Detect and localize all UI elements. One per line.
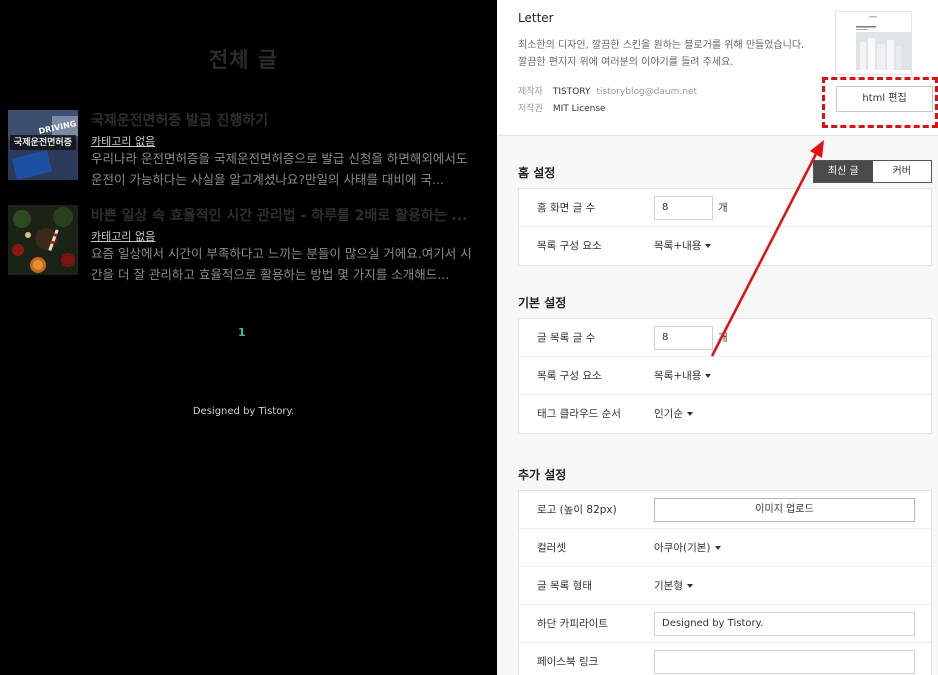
maker-email: tistoryblog@daum.net	[596, 87, 698, 97]
dropdown-value: 인기순	[654, 408, 683, 420]
skin-description: 최소한의 디자인, 깔끔한 스킨을 원하는 블로거를 위해 만들었습니다. 깔끔…	[518, 37, 818, 71]
post-thumbnail[interactable]	[8, 205, 78, 275]
skin-license: 저작권 MIT License	[518, 101, 606, 114]
skin-settings-panel: Letter 최소한의 디자인, 깔끔한 스킨을 원하는 블로거를 위해 만들었…	[497, 0, 938, 675]
skin-thumbnail	[835, 11, 912, 75]
page-title: 전체 글	[208, 48, 279, 72]
colorset-dropdown[interactable]: 아쿠아(기본)	[654, 529, 721, 567]
logo-upload-button[interactable]: 이미지 업로드	[654, 498, 915, 522]
section-title-home: 홈 설정	[518, 166, 556, 180]
caret-down-icon	[686, 584, 693, 588]
skin-info: Letter 최소한의 디자인, 깔끔한 스킨을 원하는 블로거를 위해 만들었…	[497, 0, 938, 136]
post-title[interactable]: 국제운전면허증 발급 진행하기	[91, 110, 481, 130]
extra-settings-box: 로고 (높이 82px) 이미지 업로드 컬러셋 아쿠아(기본) 글 목록 형태…	[518, 490, 932, 675]
setting-label: 글 목록 글 수	[537, 332, 596, 344]
setting-label: 목록 구성 요소	[537, 240, 602, 252]
page-number[interactable]: 1	[238, 326, 246, 339]
post-category[interactable]: 카테고리 없음	[91, 228, 155, 244]
footer-credit: Designed by Tistory.	[192, 406, 295, 417]
maker-value: TISTORY	[552, 87, 591, 97]
home-mode-toggle[interactable]: 최신 글 커버	[813, 160, 932, 183]
setting-label: 목록 구성 요소	[537, 370, 602, 382]
list-post-count-input[interactable]: 8	[654, 326, 713, 350]
facebook-link-input[interactable]	[654, 650, 915, 674]
tag-cloud-order-dropdown[interactable]: 인기순	[654, 395, 693, 433]
dropdown-value: 아쿠아(기본)	[654, 542, 711, 554]
post-category[interactable]: 카테고리 없음	[91, 133, 155, 149]
thumbnail-caption: 국제운전면허증	[14, 136, 72, 148]
setting-row: 컬러셋 아쿠아(기본)	[519, 529, 931, 567]
unit-label: 개	[718, 202, 728, 214]
setting-label: 컬러셋	[537, 542, 566, 554]
setting-row: 목록 구성 요소 목록+내용	[519, 227, 931, 265]
section-title-extra: 추가 설정	[518, 468, 567, 482]
post-summary: 요즘 일상에서 시간이 부족하다고 느끼는 분들이 많으실 거에요.여기서 시간…	[91, 246, 472, 282]
post-title[interactable]: 바쁜 일상 속 효율적인 시간 관리법 - 하루를 2배로 활용하는 ...	[91, 205, 481, 225]
post-item[interactable]: 국제운전면허증 DRIVING 국제운전면허증 발급 진행하기 카테고리 없음 …	[8, 110, 483, 187]
basic-settings-box: 글 목록 글 수 8 개 목록 구성 요소 목록+내용 태그 클라우드 순서 인…	[518, 318, 932, 434]
setting-row: 홈 화면 글 수 8 개	[519, 189, 931, 227]
caret-down-icon	[705, 244, 712, 248]
setting-label: 페이스북 링크	[537, 656, 599, 668]
maker-label: 제작자	[518, 87, 543, 97]
skin-maker: 제작자 TISTORY tistoryblog@daum.net	[518, 84, 697, 97]
skin-name: Letter	[518, 11, 554, 25]
skin-description-line: 최소한의 디자인, 깔끔한 스킨을 원하는 블로거를 위해 만들었습니다.	[518, 40, 805, 51]
setting-label: 태그 클라우드 순서	[537, 408, 621, 420]
home-post-count-input[interactable]: 8	[654, 196, 713, 220]
caret-down-icon	[714, 546, 721, 550]
setting-label: 홈 화면 글 수	[537, 202, 596, 214]
dropdown-value: 목록+내용	[654, 370, 702, 382]
setting-row: 글 목록 형태 기본형	[519, 567, 931, 605]
list-component-dropdown[interactable]: 목록+내용	[654, 357, 712, 395]
dropdown-value: 기본형	[654, 580, 683, 592]
setting-row: 페이스북 링크	[519, 643, 931, 675]
setting-row: 태그 클라우드 순서 인기순	[519, 395, 931, 433]
setting-label: 글 목록 형태	[537, 580, 592, 592]
caret-down-icon	[705, 374, 712, 378]
copyright-input[interactable]: Designed by Tistory.	[654, 612, 915, 636]
setting-row: 하단 카피라이트 Designed by Tistory.	[519, 605, 931, 643]
post-thumbnail[interactable]: 국제운전면허증 DRIVING	[8, 110, 78, 180]
section-title-basic: 기본 설정	[518, 296, 567, 310]
dashed-highlight-box	[822, 77, 938, 128]
toggle-cover[interactable]: 커버	[872, 161, 931, 182]
home-list-component-dropdown[interactable]: 목록+내용	[654, 227, 712, 265]
setting-row: 목록 구성 요소 목록+내용	[519, 357, 931, 395]
setting-row: 로고 (높이 82px) 이미지 업로드	[519, 491, 931, 529]
license-card-image: 국제운전면허증 DRIVING	[8, 110, 78, 180]
caret-down-icon	[686, 412, 693, 416]
home-settings-box: 홈 화면 글 수 8 개 목록 구성 요소 목록+내용	[518, 188, 932, 266]
christmas-decor-image	[8, 205, 78, 275]
setting-label: 하단 카피라이트	[537, 618, 608, 630]
license-label: 저작권	[518, 104, 543, 114]
setting-row: 글 목록 글 수 8 개	[519, 319, 931, 357]
setting-label: 로고 (높이 82px)	[537, 504, 617, 516]
list-type-dropdown[interactable]: 기본형	[654, 567, 693, 605]
post-summary: 우리나라 운전면허증을 국제운전면허증으로 발급 신청을 하면해외에서도 운전이…	[91, 151, 468, 187]
post-item[interactable]: 바쁜 일상 속 효율적인 시간 관리법 - 하루를 2배로 활용하는 ... 카…	[8, 205, 483, 282]
blog-preview: 전체 글 국제운전면허증 DRIVING 국제운전면허증 발급 진행하기 카테고…	[0, 0, 497, 675]
dropdown-value: 목록+내용	[654, 240, 702, 252]
skin-preview-image	[836, 12, 911, 74]
license-value: MIT License	[552, 104, 606, 114]
skin-description-line: 깔끔한 편지지 위에 여러분의 이야기를 들려 주세요.	[518, 57, 734, 68]
toggle-latest-posts[interactable]: 최신 글	[814, 161, 873, 182]
unit-label: 개	[718, 332, 728, 344]
